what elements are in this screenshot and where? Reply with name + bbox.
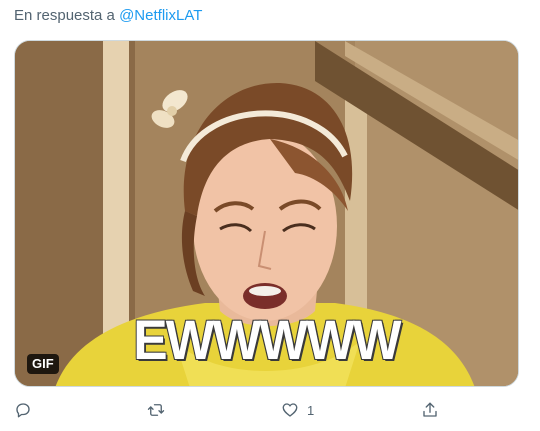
reply-prefix: En respuesta a (14, 7, 115, 24)
reply-handle-link[interactable]: @NetflixLAT (119, 7, 202, 24)
gif-caption-text: EWWWWW (133, 308, 401, 371)
retweet-icon (147, 404, 165, 416)
heart-icon (282, 403, 298, 417)
share-icon (423, 402, 437, 417)
like-button[interactable]: 1 (281, 399, 314, 421)
reply-context: En respuesta a @NetflixLAT (14, 7, 202, 24)
reply-icon (16, 403, 30, 418)
retweet-button[interactable] (147, 399, 165, 421)
share-button[interactable] (421, 399, 439, 421)
like-count: 1 (307, 402, 315, 418)
tweet-actions-bar: 1 (0, 399, 540, 421)
tweet: En respuesta a @NetflixLAT EWWWWW GIF 1 (0, 0, 540, 431)
gif-badge: GIF (27, 354, 59, 374)
reply-button[interactable] (14, 399, 32, 421)
gif-media[interactable]: EWWWWW GIF (14, 40, 519, 387)
